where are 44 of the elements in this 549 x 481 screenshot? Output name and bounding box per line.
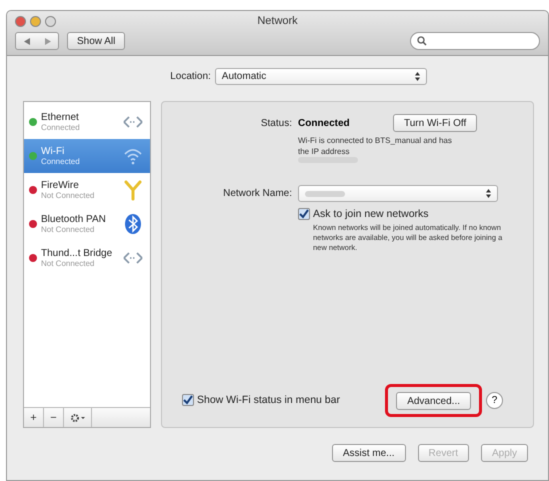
service-status: Connected <box>41 123 81 132</box>
service-status: Not Connected <box>41 259 96 268</box>
service-status: Not Connected <box>41 225 96 234</box>
y-shape-icon <box>122 179 144 201</box>
window-title: Network <box>256 15 299 27</box>
show-status-label: Show Wi-Fi status in menu bar <box>197 394 340 406</box>
close-button[interactable] <box>15 16 26 26</box>
network-name-popup[interactable] <box>298 185 498 202</box>
service-name: FireWire <box>41 180 80 191</box>
help-button[interactable]: ? <box>486 392 503 409</box>
location-popup[interactable]: Automatic <box>214 68 427 85</box>
remove-button[interactable]: − <box>44 408 64 427</box>
service-name: Thund...t Bridge <box>41 248 114 259</box>
service-item[interactable]: Thund...t Bridge Not Connected <box>24 241 150 275</box>
search-icon <box>417 36 427 46</box>
gear-icon <box>70 412 86 422</box>
footer-button[interactable]: Assist me... <box>332 444 406 462</box>
up-down-arrows-icon <box>414 72 420 81</box>
turn-wifi-off-button[interactable]: Turn Wi-Fi Off <box>393 114 478 132</box>
service-status: Not Connected <box>41 191 96 200</box>
network-name-label: Network Name: <box>222 188 292 199</box>
checkbox[interactable] <box>182 394 194 406</box>
status-value: Connected <box>298 118 351 128</box>
search-field[interactable] <box>410 32 540 50</box>
service-status: Connected <box>41 157 81 166</box>
ask-join-label: Ask to join new networks <box>313 208 429 220</box>
checkbox[interactable] <box>298 208 310 220</box>
service-item[interactable]: Bluetooth PAN Not Connected <box>24 207 150 241</box>
service-name: Ethernet <box>41 112 80 123</box>
up-down-arrows-icon <box>486 189 491 198</box>
service-name: Bluetooth PAN <box>41 214 107 225</box>
back-forward-control[interactable] <box>15 32 59 50</box>
status-label: Status: <box>260 118 292 128</box>
location-label: Location: <box>170 71 211 82</box>
bluetooth-icon <box>122 213 144 235</box>
add-button[interactable]: + <box>24 408 44 427</box>
service-item[interactable]: FireWire Not Connected <box>24 173 150 207</box>
minimize-button[interactable] <box>30 16 41 26</box>
service-item[interactable]: Ethernet Connected <box>24 105 150 139</box>
service-name: Wi-Fi <box>41 146 66 157</box>
advanced-button[interactable]: Advanced... <box>396 392 471 410</box>
zoom-button[interactable] <box>45 16 56 26</box>
show-all-button[interactable]: Show All <box>67 32 126 50</box>
status-note: Wi-Fi is connected to BTS_manual and has the IP address <box>298 135 453 157</box>
